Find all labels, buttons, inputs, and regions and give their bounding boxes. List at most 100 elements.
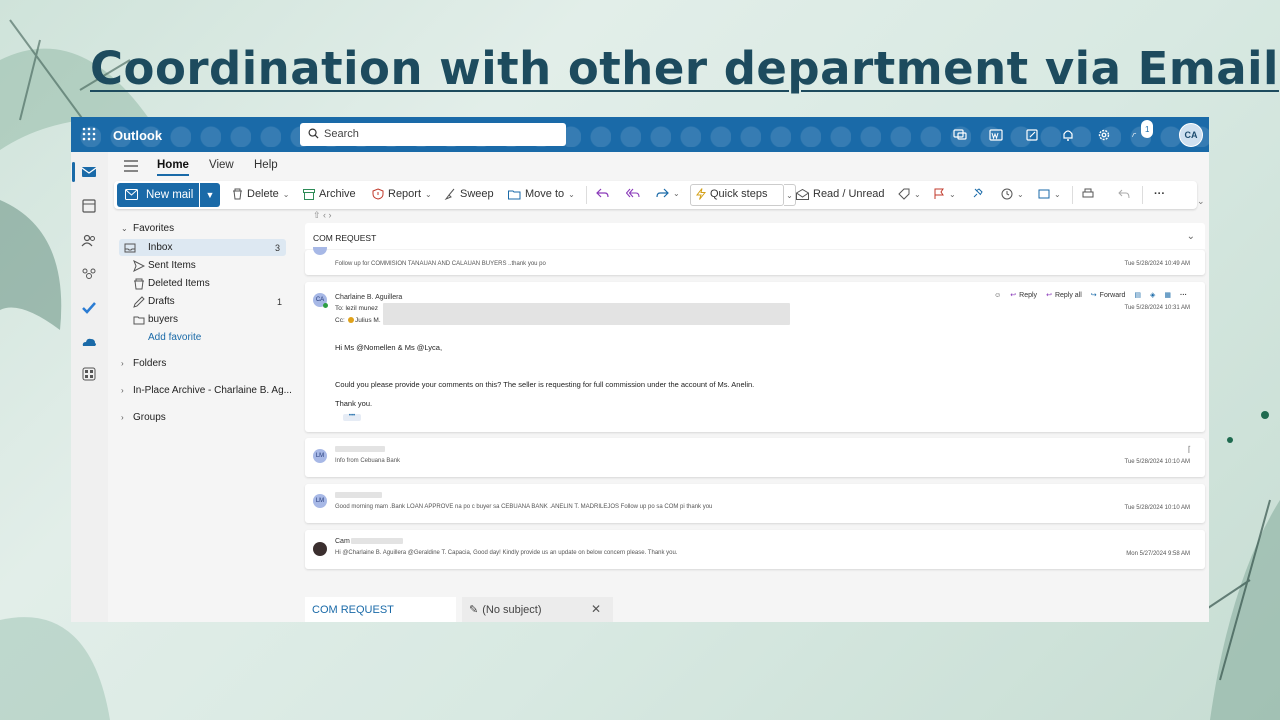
message-collapsed[interactable]: LM Info from Cebuana Bank Tue 5/28/2024 … bbox=[305, 438, 1205, 477]
message-collapsed[interactable]: Cam Hi @Charlaine B. Aguillera @Geraldin… bbox=[305, 530, 1205, 569]
attachment-icon: ⌈ bbox=[1187, 445, 1191, 454]
message-date: Tue 5/28/2024 10:31 AM bbox=[1124, 305, 1191, 311]
reply-link[interactable]: ↩ Reply bbox=[1010, 291, 1037, 300]
help-icon[interactable]: 1 bbox=[1131, 120, 1153, 144]
folder-label: Sent Items bbox=[148, 260, 196, 271]
chevron-right-icon: › bbox=[121, 413, 124, 422]
groups-icon[interactable] bbox=[81, 266, 97, 282]
forward-link[interactable]: ↪ Forward bbox=[1091, 291, 1126, 300]
read-unread-button[interactable]: Read / Unread bbox=[796, 188, 885, 200]
notes-icon[interactable] bbox=[1023, 126, 1041, 144]
emoji-icon[interactable]: ☺ bbox=[994, 292, 1001, 299]
move-to-label: Move to bbox=[525, 188, 565, 200]
quick-steps-dropdown[interactable]: ⌄ bbox=[784, 184, 796, 206]
search-input[interactable]: Search bbox=[300, 123, 566, 146]
reply-button[interactable] bbox=[596, 188, 609, 198]
more-apps-icon[interactable] bbox=[81, 366, 97, 382]
folder-sent-items[interactable]: Sent Items bbox=[108, 257, 288, 274]
trash-icon bbox=[134, 278, 144, 289]
search-icon bbox=[308, 128, 319, 139]
chevron-down-icon: ▼ bbox=[205, 190, 215, 200]
presence-icon bbox=[323, 303, 328, 308]
groups-header[interactable]: › Groups bbox=[108, 409, 288, 426]
gear-icon[interactable] bbox=[1095, 126, 1113, 144]
avatar-photo bbox=[313, 542, 327, 556]
forward-label: Forward bbox=[1099, 291, 1126, 299]
draft-label: (No subject) bbox=[482, 603, 542, 616]
sender-name[interactable]: Charlaine B. Aguillera bbox=[335, 294, 402, 301]
message-greeting: Hi Ms @Nomellen & Ms @Lyca, bbox=[335, 343, 443, 352]
reply-all-link[interactable]: ↩ Reply all bbox=[1046, 291, 1082, 300]
word-icon[interactable] bbox=[987, 126, 1005, 144]
sweep-label: Sweep bbox=[460, 188, 494, 200]
quick-steps-label: Quick steps bbox=[710, 188, 768, 200]
tab-help[interactable]: Help bbox=[254, 159, 278, 171]
people-icon[interactable] bbox=[81, 232, 97, 248]
close-icon[interactable]: ✕ bbox=[591, 602, 601, 616]
onedrive-icon[interactable] bbox=[81, 334, 97, 350]
reply-icon bbox=[596, 188, 609, 198]
more-icon[interactable]: ··· bbox=[1180, 292, 1187, 299]
show-more-button[interactable]: ••• bbox=[343, 413, 361, 421]
folder-icon bbox=[133, 316, 145, 324]
chevron-down-icon[interactable]: ⌄ bbox=[1197, 196, 1205, 207]
tab-com-request[interactable]: COM REQUEST bbox=[305, 597, 456, 622]
conversation-header: COM REQUEST ⌄ bbox=[305, 223, 1205, 249]
folder-label: Inbox bbox=[148, 242, 173, 253]
app-name[interactable]: Outlook bbox=[113, 128, 162, 143]
loop-icon[interactable]: ◈ bbox=[1150, 291, 1155, 299]
new-mail-button[interactable]: New mail bbox=[117, 183, 199, 207]
bell-icon[interactable] bbox=[1059, 126, 1077, 144]
sweep-button[interactable]: Sweep bbox=[444, 188, 494, 200]
tab-view[interactable]: View bbox=[209, 159, 234, 171]
message-collapsed[interactable]: LM Good morning mam .Bank LOAN APPROVE n… bbox=[305, 484, 1205, 523]
app-launcher-icon[interactable] bbox=[81, 126, 97, 142]
reply-all-button[interactable] bbox=[626, 188, 640, 198]
redacted-sender bbox=[335, 492, 382, 498]
more-options-button[interactable]: ··· bbox=[1154, 188, 1165, 200]
mail-icon[interactable] bbox=[81, 164, 97, 180]
hamburger-icon[interactable] bbox=[124, 160, 138, 172]
move-to-button[interactable]: Move to ⌄ bbox=[508, 188, 575, 200]
add-favorite-link[interactable]: Add favorite bbox=[108, 329, 288, 346]
folder-buyers[interactable]: buyers bbox=[108, 311, 288, 328]
teams-share-icon[interactable]: ▤ bbox=[1134, 291, 1141, 299]
conversation-nav[interactable]: ⇧ ‹ › bbox=[313, 210, 332, 221]
top-icon-group: 1 bbox=[951, 120, 1153, 144]
open-items-bar: COM REQUEST ✎ (No subject) ✕ bbox=[305, 597, 1205, 622]
tab-draft[interactable]: ✎ (No subject) ✕ bbox=[462, 597, 613, 622]
favorites-header[interactable]: ⌄ Favorites bbox=[108, 220, 288, 237]
user-avatar[interactable]: CA bbox=[1179, 123, 1203, 147]
chevron-down-icon[interactable]: ⌄ bbox=[1187, 231, 1195, 242]
new-mail-dropdown[interactable]: ▼ bbox=[200, 183, 220, 207]
archive-button[interactable]: Archive bbox=[303, 188, 356, 200]
pencil-icon: ✎ bbox=[469, 604, 479, 616]
snooze-button[interactable]: ⌄ bbox=[1001, 188, 1024, 200]
todo-icon[interactable] bbox=[81, 300, 97, 316]
pin-button[interactable] bbox=[972, 188, 983, 200]
forward-button[interactable]: ⌄ bbox=[656, 188, 680, 198]
cc-label: Cc: bbox=[335, 317, 345, 324]
flag-button[interactable]: ⌄ bbox=[934, 188, 956, 200]
message-preview: Hi @Charlaine B. Aguillera @Geraldine T.… bbox=[335, 550, 678, 556]
print-button[interactable] bbox=[1082, 188, 1094, 200]
rail-active-indicator bbox=[72, 162, 75, 182]
folder-inbox[interactable]: Inbox 3 bbox=[119, 239, 286, 256]
pencil-icon bbox=[133, 295, 145, 308]
calendar-icon[interactable] bbox=[81, 198, 97, 214]
folders-header[interactable]: › Folders bbox=[108, 355, 288, 372]
undo-button[interactable] bbox=[1118, 188, 1130, 200]
message-body: Could you please provide your comments o… bbox=[335, 380, 755, 389]
teams-chat-icon[interactable] bbox=[951, 126, 969, 144]
report-button[interactable]: Report ⌄ bbox=[372, 188, 432, 200]
archive-header[interactable]: › In-Place Archive - Charlaine B. Ag... bbox=[108, 382, 292, 399]
categorize-button[interactable]: ⌄ bbox=[898, 188, 921, 200]
delete-button[interactable]: Delete ⌄ bbox=[232, 188, 290, 200]
tab-home[interactable]: Home bbox=[157, 159, 189, 176]
message-collapsed[interactable]: Follow up for COMMISION TANAUAN AND CALA… bbox=[305, 247, 1205, 275]
folder-drafts[interactable]: Drafts 1 bbox=[108, 293, 288, 310]
table-icon[interactable]: ▦ bbox=[1164, 291, 1171, 299]
folder-deleted-items[interactable]: Deleted Items bbox=[108, 275, 288, 292]
rules-button[interactable]: ⌄ bbox=[1038, 188, 1061, 200]
tag-icon bbox=[898, 188, 910, 200]
